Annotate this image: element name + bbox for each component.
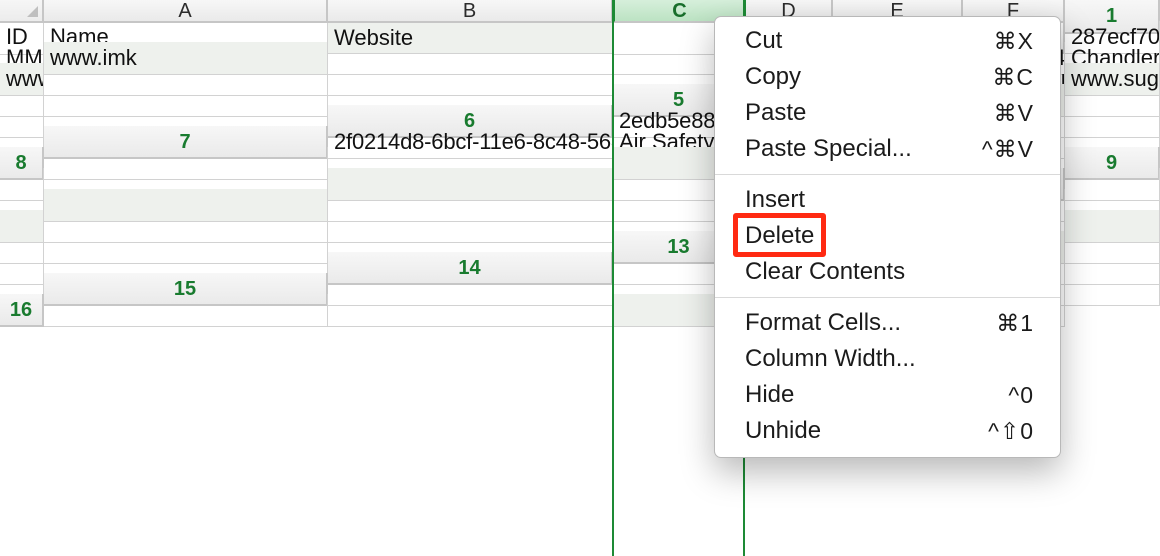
menu-label: Unhide	[745, 416, 821, 446]
cell-A16[interactable]	[44, 294, 328, 327]
menu-insert[interactable]: Insert	[715, 182, 1060, 218]
menu-label: Insert	[745, 185, 805, 215]
menu-paste[interactable]: Paste ⌘V	[715, 95, 1060, 131]
menu-format-cells[interactable]: Format Cells... ⌘1	[715, 305, 1060, 341]
menu-shortcut: ⌘1	[996, 308, 1034, 338]
cell-F15[interactable]	[1065, 273, 1160, 306]
menu-separator	[715, 297, 1060, 298]
menu-label: Cut	[745, 26, 782, 56]
menu-separator	[715, 174, 1060, 175]
menu-hide[interactable]: Hide ^0	[715, 377, 1060, 413]
menu-label: Paste Special...	[745, 134, 912, 164]
menu-label: Hide	[745, 380, 794, 410]
column-header-A[interactable]: A	[44, 0, 328, 23]
menu-unhide[interactable]: Unhide ^⇧0	[715, 413, 1060, 449]
menu-shortcut: ^⇧0	[988, 416, 1034, 446]
menu-copy[interactable]: Copy ⌘C	[715, 59, 1060, 95]
selection-edge-left	[612, 0, 614, 556]
menu-shortcut: ⌘C	[992, 62, 1034, 92]
menu-shortcut: ^⌘V	[982, 134, 1034, 164]
menu-shortcut: ^0	[1008, 380, 1034, 410]
menu-cut[interactable]: Cut ⌘X	[715, 23, 1060, 59]
menu-label: Column Width...	[745, 344, 916, 374]
menu-label: Paste	[745, 98, 806, 128]
menu-shortcut: ⌘V	[994, 98, 1034, 128]
row-header-16[interactable]: 16	[0, 294, 44, 327]
column-context-menu: Cut ⌘X Copy ⌘C Paste ⌘V Paste Special...…	[714, 16, 1061, 458]
menu-clear-contents[interactable]: Clear Contents	[715, 254, 1060, 290]
menu-label: Delete	[745, 221, 814, 251]
menu-column-width[interactable]: Column Width...	[715, 341, 1060, 377]
column-header-B[interactable]: B	[328, 0, 613, 23]
menu-delete[interactable]: Delete	[715, 218, 1060, 254]
cell-B16[interactable]	[328, 294, 613, 327]
menu-label: Clear Contents	[745, 257, 905, 287]
menu-shortcut: ⌘X	[994, 26, 1034, 56]
select-all-corner[interactable]	[0, 0, 44, 23]
menu-label: Format Cells...	[745, 308, 901, 338]
menu-label: Copy	[745, 62, 801, 92]
menu-paste-special[interactable]: Paste Special... ^⌘V	[715, 131, 1060, 167]
